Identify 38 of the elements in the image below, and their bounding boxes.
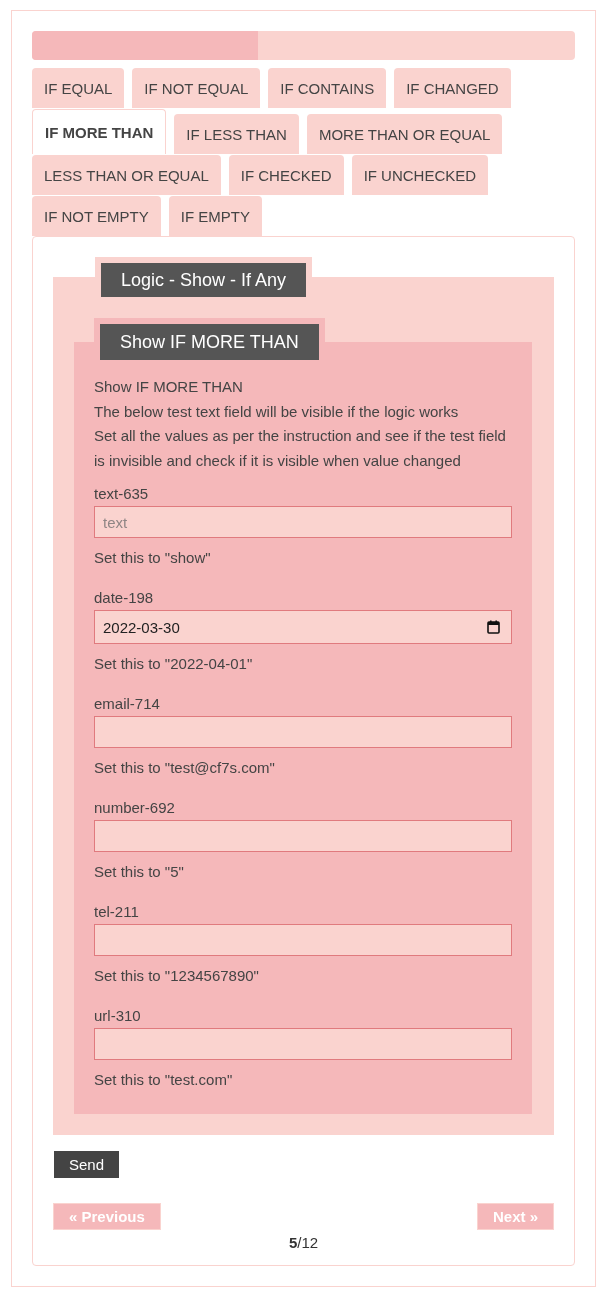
- tab[interactable]: IF NOT EQUAL: [132, 68, 261, 108]
- hint-text: Set this to "test.com": [94, 1070, 233, 1090]
- tab[interactable]: IF MORE THAN: [32, 109, 167, 154]
- send-button[interactable]: Send: [54, 1151, 120, 1178]
- text-input[interactable]: text: [94, 506, 512, 538]
- date-field[interactable]: 2022-03-30: [94, 610, 512, 644]
- group-title: Logic - Show - If Any: [101, 263, 307, 297]
- instruction-text: Set all the values as per the instruction and see if the test field is invisible and check if it is visible when value changed: [94, 426, 507, 471]
- tab[interactable]: IF UNCHECKED: [351, 155, 489, 195]
- group-title: Show IF MORE THAN: [100, 324, 319, 360]
- hint-text: Set this to "show": [94, 548, 211, 568]
- instruction-text: Show IF MORE THAN: [94, 377, 244, 397]
- text-input[interactable]: [94, 924, 512, 956]
- page-counter: 5/12: [288, 1234, 319, 1252]
- tab[interactable]: IF EQUAL: [32, 68, 125, 108]
- field-label: date-198: [94, 588, 154, 608]
- tab[interactable]: MORE THAN OR EQUAL: [306, 114, 503, 154]
- tab[interactable]: IF LESS THAN: [174, 114, 299, 154]
- text-input[interactable]: [94, 820, 512, 852]
- tab[interactable]: IF CONTAINS: [268, 68, 387, 108]
- hint-text: Set this to "2022-04-01": [94, 654, 253, 674]
- tab[interactable]: IF EMPTY: [168, 196, 262, 236]
- field-label: number-692: [94, 798, 175, 818]
- field-label: email-714: [94, 694, 160, 714]
- field-label: url-310: [94, 1006, 141, 1026]
- tab[interactable]: IF CHANGED: [394, 68, 511, 108]
- tab[interactable]: IF NOT EMPTY: [32, 196, 161, 236]
- hint-text: Set this to "1234567890": [94, 966, 259, 986]
- calendar-icon[interactable]: [487, 620, 500, 634]
- tab[interactable]: IF CHECKED: [228, 155, 344, 195]
- hint-text: Set this to "5": [94, 862, 184, 882]
- tab[interactable]: LESS THAN OR EQUAL: [32, 155, 221, 195]
- text-input[interactable]: [94, 716, 512, 748]
- instruction-text: The below test text field will be visible if the logic works: [94, 401, 460, 422]
- field-label: tel-211: [94, 902, 139, 922]
- text-input[interactable]: [94, 1028, 512, 1060]
- hint-text: Set this to "test@cf7s.com": [94, 758, 275, 778]
- field-label: text-635: [94, 484, 149, 504]
